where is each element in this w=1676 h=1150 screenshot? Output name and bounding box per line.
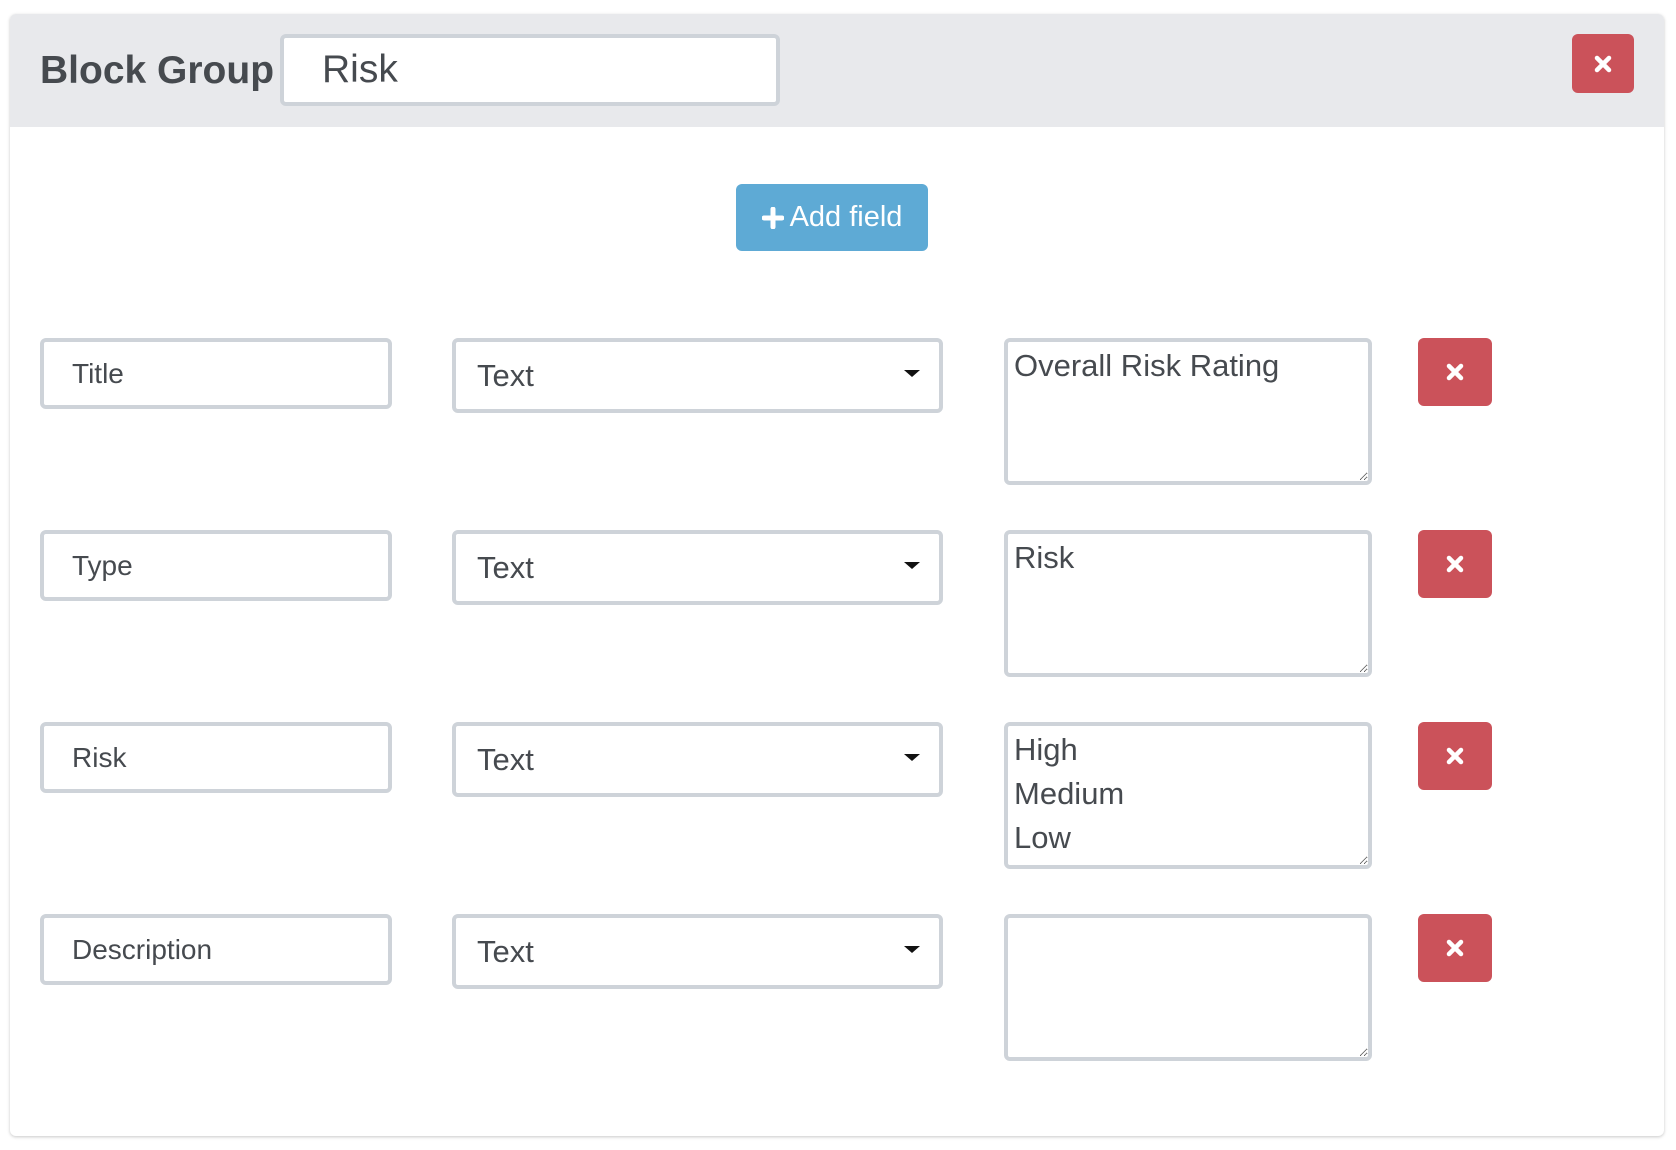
field-name-input[interactable] [40, 530, 392, 601]
close-icon [1446, 363, 1464, 381]
field-value-textarea[interactable] [1004, 722, 1372, 869]
field-row: Text [10, 914, 1664, 1064]
field-value-textarea[interactable] [1004, 914, 1372, 1061]
field-name-input[interactable] [40, 722, 392, 793]
block-group-panel: Block Group Add field Text Text [10, 14, 1664, 1136]
caret-down-icon [904, 754, 920, 761]
field-row: Text [10, 722, 1664, 872]
field-type-value: Text [477, 550, 534, 585]
field-type-select[interactable]: Text [452, 338, 943, 413]
delete-field-button[interactable] [1418, 914, 1492, 982]
block-group-name-input[interactable] [280, 34, 780, 106]
add-field-label: Add field [789, 201, 903, 233]
close-icon [1446, 747, 1464, 765]
add-field-button[interactable]: Add field [736, 184, 928, 251]
block-group-title: Block Group [40, 49, 275, 92]
field-value-textarea[interactable] [1004, 338, 1372, 485]
field-type-select[interactable]: Text [452, 914, 943, 989]
caret-down-icon [904, 562, 920, 569]
field-value-textarea[interactable] [1004, 530, 1372, 677]
field-row: Text [10, 338, 1664, 488]
field-type-value: Text [477, 934, 534, 969]
close-icon [1446, 939, 1464, 957]
caret-down-icon [904, 370, 920, 377]
panel-header: Block Group [10, 14, 1664, 127]
delete-field-button[interactable] [1418, 722, 1492, 790]
delete-field-button[interactable] [1418, 530, 1492, 598]
field-type-select[interactable]: Text [452, 722, 943, 797]
field-name-input[interactable] [40, 914, 392, 985]
plus-icon [761, 206, 784, 229]
field-type-select[interactable]: Text [452, 530, 943, 605]
field-type-value: Text [477, 742, 534, 777]
caret-down-icon [904, 946, 920, 953]
close-icon [1446, 555, 1464, 573]
field-type-value: Text [477, 358, 534, 393]
delete-field-button[interactable] [1418, 338, 1492, 406]
close-icon [1594, 55, 1612, 72]
field-name-input[interactable] [40, 338, 392, 409]
field-row: Text [10, 530, 1664, 680]
delete-block-group-button[interactable] [1572, 34, 1634, 93]
